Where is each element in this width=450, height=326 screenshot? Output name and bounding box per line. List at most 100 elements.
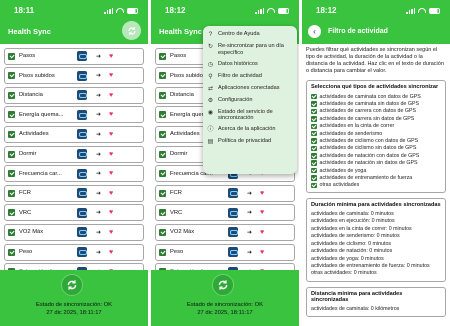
menu-item[interactable]: ⚙ Configuración — [203, 95, 297, 107]
checkbox[interactable] — [311, 130, 317, 137]
checkbox[interactable] — [159, 228, 166, 236]
duration-item[interactable]: actividades de yoga: 0 minutos — [311, 256, 441, 263]
data-type-row[interactable]: VRC ➜ ♥ — [155, 204, 295, 222]
checkbox[interactable] — [311, 116, 317, 122]
duration-item[interactable]: otras actividades: 0 minutos — [311, 270, 441, 277]
health-app-heart-icon[interactable]: ♥ — [109, 190, 113, 197]
sync-now-button[interactable] — [212, 274, 234, 296]
data-type-row[interactable]: VO2 Máx ➜ ♥ — [155, 223, 295, 241]
activity-type-option[interactable]: actividades de carrera con datos de GPS — [311, 108, 441, 115]
checkbox[interactable] — [159, 91, 166, 99]
checkbox[interactable] — [8, 111, 15, 119]
data-type-row[interactable]: Distancia ➜ ♥ — [4, 86, 144, 104]
menu-item[interactable]: ⓘ Acerca de la aplicación — [203, 124, 297, 136]
checkbox[interactable] — [8, 91, 15, 99]
source-app-icon[interactable] — [228, 207, 238, 218]
health-app-heart-icon[interactable]: ♥ — [260, 190, 264, 197]
activity-type-option[interactable]: actividades de yoga — [311, 167, 441, 174]
source-app-icon[interactable] — [77, 247, 87, 258]
checkbox[interactable] — [311, 182, 317, 189]
activity-type-option[interactable]: actividades de natación con datos de GPS — [311, 152, 441, 159]
menu-item[interactable]: ↻ Re-sincronizar para un día específico — [203, 41, 297, 59]
checkbox[interactable] — [311, 138, 317, 144]
checkbox[interactable] — [8, 72, 15, 80]
checkbox[interactable] — [159, 52, 166, 60]
data-type-row[interactable]: Frecuencia car... ➜ ♥ — [4, 165, 144, 183]
checkbox[interactable] — [159, 170, 166, 178]
data-type-row[interactable]: FCR ➜ ♥ — [155, 184, 295, 202]
activity-type-option[interactable]: actividades en la cinta de correr — [311, 123, 441, 130]
data-type-row[interactable]: VRC ➜ ♥ — [4, 204, 144, 222]
activity-type-option[interactable]: otras actividades — [311, 182, 441, 189]
checkbox[interactable] — [159, 111, 166, 119]
health-app-heart-icon[interactable]: ♥ — [260, 209, 264, 216]
checkbox[interactable] — [311, 93, 317, 100]
source-app-icon[interactable] — [77, 227, 87, 238]
activity-type-option[interactable]: actividades de ciclismo sin datos de GPS — [311, 145, 441, 152]
source-app-icon[interactable] — [228, 247, 238, 258]
source-app-icon[interactable] — [77, 149, 87, 160]
checkbox[interactable] — [8, 130, 15, 138]
activity-type-option[interactable]: actividades de carrera sin datos de GPS — [311, 115, 441, 122]
duration-item[interactable]: actividades de natación: 0 minutos — [311, 248, 441, 255]
duration-item[interactable]: actividades de senderismo: 0 minutos — [311, 233, 441, 240]
checkbox[interactable] — [159, 130, 166, 138]
checkbox[interactable] — [159, 150, 166, 158]
checkbox[interactable] — [159, 209, 166, 217]
checkbox[interactable] — [311, 175, 317, 181]
activity-type-option[interactable]: actividades de natación sin datos de GPS — [311, 160, 441, 167]
menu-item[interactable]: ? Centro de Ayuda — [203, 29, 297, 41]
health-app-heart-icon[interactable]: ♥ — [260, 229, 264, 236]
data-type-row[interactable]: VO2 Máx ➜ ♥ — [4, 223, 144, 241]
duration-item[interactable]: actividades de ciclismo: 0 minutos — [311, 241, 441, 248]
data-type-row[interactable]: FCR ➜ ♥ — [4, 184, 144, 202]
checkbox[interactable] — [311, 123, 317, 129]
health-app-heart-icon[interactable]: ♥ — [260, 249, 264, 256]
data-type-row[interactable]: Dormir ➜ ♥ — [4, 145, 144, 163]
checkbox[interactable] — [311, 167, 317, 174]
menu-item[interactable]: ◷ Datos históricos — [203, 59, 297, 71]
checkbox[interactable] — [159, 72, 166, 80]
source-app-icon[interactable] — [77, 90, 87, 101]
checkbox[interactable] — [8, 248, 15, 256]
checkbox[interactable] — [311, 160, 317, 166]
checkbox[interactable] — [311, 101, 317, 107]
menu-item[interactable]: ▤ Política de privacidad — [203, 136, 297, 148]
checkbox[interactable] — [8, 150, 15, 158]
health-app-heart-icon[interactable]: ♥ — [109, 151, 113, 158]
source-app-icon[interactable] — [228, 188, 238, 199]
back-button[interactable]: ‹ — [308, 24, 321, 38]
health-app-heart-icon[interactable]: ♥ — [109, 170, 113, 177]
distance-item[interactable]: actividades de caminata: 0 kilómetros — [311, 306, 441, 313]
duration-item[interactable]: actividades de caminata: 0 minutos — [311, 211, 441, 218]
menu-item[interactable]: ⇄ Aplicaciones conectadas — [203, 83, 297, 95]
source-app-icon[interactable] — [77, 70, 87, 81]
menu-item[interactable]: ◉ Estado del servicio de sincronización — [203, 107, 297, 125]
health-app-heart-icon[interactable]: ♥ — [109, 209, 113, 216]
duration-item[interactable]: actividades en ejecución: 0 minutos — [311, 218, 441, 225]
checkbox[interactable] — [311, 153, 317, 159]
health-app-heart-icon[interactable]: ♥ — [109, 249, 113, 256]
data-type-row[interactable]: Energía quema... ➜ ♥ — [4, 106, 144, 124]
duration-item[interactable]: actividades de entrenamiento de fuerza: … — [311, 263, 441, 270]
checkbox[interactable] — [8, 228, 15, 236]
activity-type-option[interactable]: actividades de ciclismo con datos de GPS — [311, 137, 441, 144]
source-app-icon[interactable] — [77, 51, 87, 62]
health-app-heart-icon[interactable]: ♥ — [109, 111, 113, 118]
health-app-heart-icon[interactable]: ♥ — [109, 53, 113, 60]
checkbox[interactable] — [159, 248, 166, 256]
source-app-icon[interactable] — [228, 227, 238, 238]
health-app-heart-icon[interactable]: ♥ — [109, 131, 113, 138]
data-type-row[interactable]: Pasos ➜ ♥ — [4, 47, 144, 65]
data-type-row[interactable]: Peso ➜ ♥ — [155, 243, 295, 261]
data-type-row[interactable]: Actividades ➜ ♥ — [4, 125, 144, 143]
checkbox[interactable] — [8, 170, 15, 178]
menu-item[interactable]: ⚲ Filtro de actividad — [203, 71, 297, 83]
checkbox[interactable] — [311, 108, 317, 115]
source-app-icon[interactable] — [77, 207, 87, 218]
sync-now-button[interactable] — [61, 274, 83, 296]
menu-button[interactable] — [122, 21, 141, 40]
source-app-icon[interactable] — [77, 109, 87, 120]
checkbox[interactable] — [311, 145, 317, 152]
activity-type-option[interactable]: actividades de caminata con datos de GPS — [311, 93, 441, 100]
